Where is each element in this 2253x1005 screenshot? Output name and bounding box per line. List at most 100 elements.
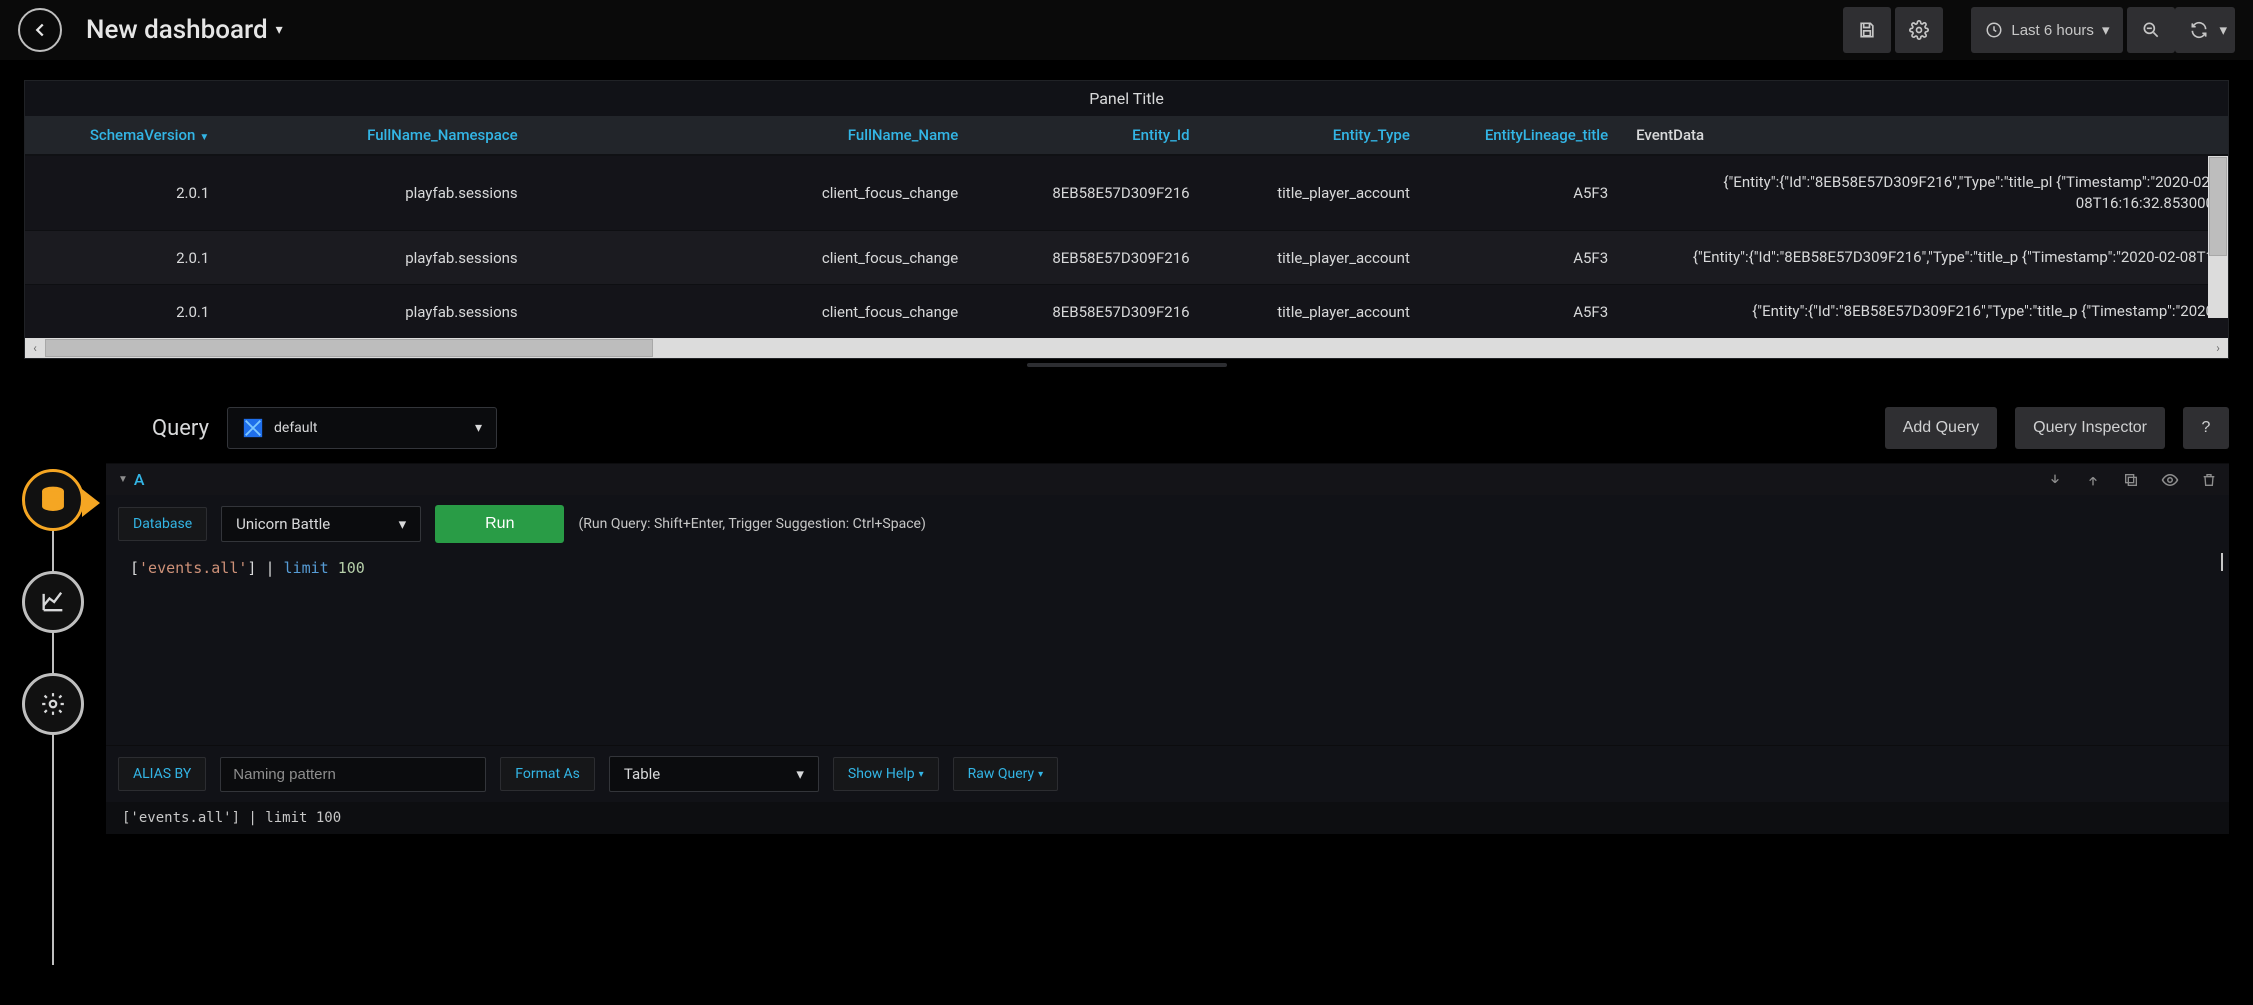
raw-query-text: ['events.all'] | limit 100 xyxy=(106,802,2229,834)
column-header-Entity_Id[interactable]: Entity_Id xyxy=(972,116,1203,155)
run-hint: (Run Query: Shift+Enter, Trigger Suggest… xyxy=(578,516,925,532)
cell-EntityLineage_title: A5F3 xyxy=(1424,155,1622,231)
table-row[interactable]: 2.0.1playfab.sessionsclient_focus_change… xyxy=(25,231,2228,285)
query-code-editor[interactable]: ['events.all'] | limit 100 xyxy=(106,553,2229,746)
cell-FullName_Namespace: playfab.sessions xyxy=(223,285,531,339)
sort-desc-icon: ▼ xyxy=(199,132,209,143)
arrow-down-icon xyxy=(2047,472,2063,488)
zoom-out-button[interactable] xyxy=(2127,7,2175,53)
cell-FullName_Namespace: playfab.sessions xyxy=(223,231,531,285)
scroll-left-icon[interactable]: ‹ xyxy=(25,341,45,355)
arrow-left-icon xyxy=(29,19,51,41)
editor-side-tabs xyxy=(0,389,106,1005)
data-table: SchemaVersion▼FullName_NamespaceFullName… xyxy=(25,116,2228,338)
cell-Entity_Type: title_player_account xyxy=(1204,155,1424,231)
cell-FullName_Name: client_focus_change xyxy=(532,231,973,285)
column-header-Entity_Type[interactable]: Entity_Type xyxy=(1204,116,1424,155)
active-tab-indicator xyxy=(82,489,100,517)
gear-icon xyxy=(1909,20,1929,40)
arrow-up-icon xyxy=(2085,472,2101,488)
tab-visualization[interactable] xyxy=(22,571,84,633)
move-up-button[interactable] xyxy=(2085,471,2101,489)
run-button[interactable]: Run xyxy=(435,505,564,543)
show-help-toggle[interactable]: Show Help▾ xyxy=(833,757,939,791)
refresh-icon xyxy=(2189,20,2209,40)
clock-icon xyxy=(1985,21,2003,39)
tab-queries[interactable] xyxy=(22,469,84,531)
query-inspector-button[interactable]: Query Inspector xyxy=(2015,407,2165,449)
move-down-button[interactable] xyxy=(2047,471,2063,489)
cell-SchemaVersion: 2.0.1 xyxy=(25,285,223,339)
collapse-icon: ▼ xyxy=(118,474,128,485)
chart-icon xyxy=(39,588,67,616)
refresh-button[interactable]: ▾ xyxy=(2175,7,2235,53)
database-icon xyxy=(38,485,68,515)
query-header: Query default ▾ Add Query Query Inspecto… xyxy=(106,389,2229,463)
caret-down-icon: ▾ xyxy=(399,515,407,533)
query-help-button[interactable]: ? xyxy=(2183,407,2229,449)
column-header-SchemaVersion[interactable]: SchemaVersion▼ xyxy=(25,116,223,155)
cell-FullName_Name: client_focus_change xyxy=(532,155,973,231)
datasource-name: default xyxy=(274,420,318,436)
editor-minimap-mark xyxy=(2221,553,2223,571)
table-row[interactable]: 2.0.1playfab.sessionsclient_focus_change… xyxy=(25,285,2228,339)
time-range-label: Last 6 hours xyxy=(2011,22,2094,39)
format-as-label: Format As xyxy=(500,757,595,791)
column-header-EventData[interactable]: EventData xyxy=(1622,116,2228,155)
cell-Entity_Type: title_player_account xyxy=(1204,285,1424,339)
save-dashboard-button[interactable] xyxy=(1843,7,1891,53)
column-header-EntityLineage_title[interactable]: EntityLineage_title xyxy=(1424,116,1622,155)
time-picker[interactable]: Last 6 hours ▾ xyxy=(1971,7,2123,53)
format-select[interactable]: Table ▾ xyxy=(609,756,819,792)
horizontal-scrollbar[interactable]: ‹ › xyxy=(25,338,2228,358)
caret-down-icon: ▾ xyxy=(2102,21,2110,39)
database-label: Database xyxy=(118,507,207,541)
caret-down-icon: ▾ xyxy=(475,420,482,436)
cell-Entity_Id: 8EB58E57D309F216 xyxy=(972,285,1203,339)
query-row: ▼ A Database Unicorn Battle xyxy=(106,463,2229,834)
caret-down-icon: ▾ xyxy=(796,765,804,783)
dashboard-title: New dashboard xyxy=(86,15,268,45)
alias-input[interactable] xyxy=(220,757,486,792)
query-row-toggle[interactable]: ▼ A xyxy=(118,470,145,489)
toggle-query-button[interactable] xyxy=(2161,471,2179,489)
tab-general[interactable] xyxy=(22,673,84,735)
eye-icon xyxy=(2161,471,2179,489)
cell-SchemaVersion: 2.0.1 xyxy=(25,231,223,285)
datasource-picker[interactable]: default ▾ xyxy=(227,407,497,449)
panel-resize-handle[interactable] xyxy=(24,359,2229,365)
cell-EntityLineage_title: A5F3 xyxy=(1424,231,1622,285)
table-row[interactable]: 2.0.1playfab.sessionsclient_focus_change… xyxy=(25,155,2228,231)
query-section-label: Query xyxy=(152,416,209,441)
vertical-scrollbar[interactable] xyxy=(2208,156,2228,318)
format-value: Table xyxy=(624,765,660,783)
back-button[interactable] xyxy=(18,8,62,52)
alias-by-label: ALIAS BY xyxy=(118,757,206,791)
cell-Entity_Id: 8EB58E57D309F216 xyxy=(972,231,1203,285)
trash-icon xyxy=(2201,472,2217,488)
scroll-right-icon[interactable]: › xyxy=(2208,341,2228,355)
navbar-actions xyxy=(1843,7,1943,53)
caret-down-icon: ▾ xyxy=(276,22,283,38)
cell-FullName_Name: client_focus_change xyxy=(532,285,973,339)
cell-SchemaVersion: 2.0.1 xyxy=(25,155,223,231)
column-header-FullName_Name[interactable]: FullName_Name xyxy=(532,116,973,155)
top-navbar: New dashboard ▾ Last 6 hours ▾ ▾ xyxy=(0,0,2253,60)
cell-Entity_Type: title_player_account xyxy=(1204,231,1424,285)
cell-Entity_Id: 8EB58E57D309F216 xyxy=(972,155,1203,231)
duplicate-query-button[interactable] xyxy=(2123,471,2139,489)
raw-query-toggle[interactable]: Raw Query▾ xyxy=(953,757,1059,791)
column-header-FullName_Namespace[interactable]: FullName_Namespace xyxy=(223,116,531,155)
database-select[interactable]: Unicorn Battle ▾ xyxy=(221,506,421,542)
panel-title[interactable]: Panel Title xyxy=(25,81,2228,116)
datasource-icon xyxy=(242,417,264,439)
add-query-button[interactable]: Add Query xyxy=(1885,407,1997,449)
gear-icon xyxy=(40,691,66,717)
settings-button[interactable] xyxy=(1895,7,1943,53)
dashboard-title-picker[interactable]: New dashboard ▾ xyxy=(86,15,283,45)
remove-query-button[interactable] xyxy=(2201,471,2217,489)
cell-FullName_Namespace: playfab.sessions xyxy=(223,155,531,231)
query-letter: A xyxy=(134,470,145,489)
copy-icon xyxy=(2123,472,2139,488)
cell-EventData: {"Entity":{"Id":"8EB58E57D309F216","Type… xyxy=(1622,285,2228,339)
